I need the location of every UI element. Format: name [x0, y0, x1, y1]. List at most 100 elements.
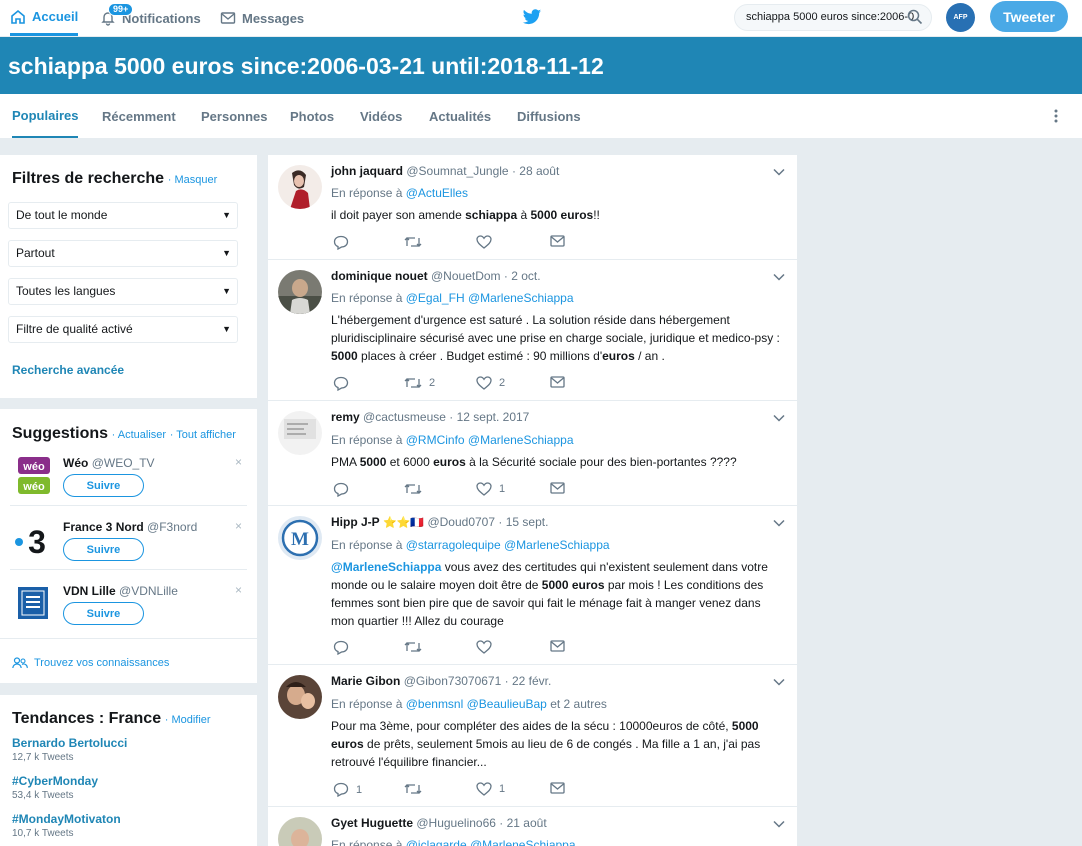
- advanced-search-link[interactable]: Recherche avancée: [12, 363, 124, 377]
- direct-message-button[interactable]: [550, 376, 565, 388]
- body-mention[interactable]: @MarleneSchiappa: [331, 560, 441, 574]
- tweet-avatar[interactable]: [278, 411, 322, 455]
- trend-item[interactable]: Bernardo Bertolucci: [12, 736, 127, 750]
- retweet-button[interactable]: 2: [404, 376, 435, 390]
- tweet-handle[interactable]: @Huguelino66: [416, 816, 496, 830]
- reply-button[interactable]: [333, 235, 349, 250]
- dismiss-suggestion-icon[interactable]: ×: [235, 519, 242, 533]
- tweet-date[interactable]: 12 sept. 2017: [457, 410, 530, 424]
- edit-trends-link[interactable]: Modifier: [171, 714, 210, 726]
- tab-videos[interactable]: Vidéos: [360, 94, 402, 138]
- reply-others[interactable]: et 2 autres: [550, 697, 607, 711]
- tweet-author-name[interactable]: Hipp J-P: [331, 515, 380, 529]
- tweet-handle[interactable]: @Soumnat_Jungle: [406, 164, 508, 178]
- suggestion-name[interactable]: France 3 Nord @F3nord: [63, 520, 197, 534]
- direct-message-button[interactable]: [550, 640, 565, 652]
- reply-mention[interactable]: @jclagarde @MarleneSchiappa: [406, 838, 576, 846]
- retweet-button[interactable]: [404, 782, 429, 796]
- follow-button[interactable]: Suivre: [63, 474, 144, 497]
- filter-language-select[interactable]: Toutes les langues ▼: [8, 278, 238, 305]
- tweet-handle[interactable]: @Gibon73070671: [404, 674, 502, 688]
- reply-button[interactable]: [333, 376, 349, 391]
- retweet-button[interactable]: [404, 235, 429, 249]
- chevron-down-icon[interactable]: [773, 273, 785, 281]
- tab-photos[interactable]: Photos: [290, 94, 334, 138]
- tab-actualites[interactable]: Actualités: [429, 94, 491, 138]
- follow-button[interactable]: Suivre: [63, 538, 144, 561]
- chevron-down-icon[interactable]: [773, 678, 785, 686]
- tweet-handle[interactable]: @Doud0707: [427, 515, 495, 529]
- hide-filters-link[interactable]: Masquer: [174, 174, 217, 186]
- tweet-author-name[interactable]: john jaquard: [331, 164, 403, 178]
- tweet-author-name[interactable]: Marie Gibon: [331, 674, 400, 688]
- reply-mention[interactable]: @Egal_FH @MarleneSchiappa: [406, 291, 574, 305]
- direct-message-button[interactable]: [550, 482, 565, 494]
- reply-mention[interactable]: @benmsnl @BeaulieuBap: [406, 697, 547, 711]
- tweet-date[interactable]: 21 août: [507, 816, 547, 830]
- tweet[interactable]: john jaquard @Soumnat_Jungle · 28 août E…: [268, 155, 797, 260]
- refresh-suggestions-link[interactable]: Actualiser: [118, 429, 166, 441]
- reply-button[interactable]: [333, 640, 349, 655]
- tweet-date[interactable]: 15 sept.: [506, 515, 549, 529]
- tweet-avatar[interactable]: [278, 817, 322, 846]
- tab-personnes[interactable]: Personnes: [201, 94, 267, 138]
- search-icon[interactable]: [907, 9, 923, 25]
- trend-item[interactable]: #CyberMonday: [12, 774, 98, 788]
- twitter-bird-icon[interactable]: [522, 9, 542, 26]
- tweet[interactable]: M Hipp J-P ⭐⭐🇫🇷 @Doud0707 · 15 sept. En …: [268, 506, 797, 665]
- tweet-handle[interactable]: @NouetDom: [431, 269, 501, 283]
- like-button[interactable]: 1: [476, 782, 505, 796]
- tweet-avatar[interactable]: [278, 675, 322, 719]
- trend-item[interactable]: #MondayMotivaton: [12, 812, 121, 826]
- reply-mention[interactable]: @starragolequipe @MarleneSchiappa: [406, 538, 610, 552]
- tweet-author-name[interactable]: remy: [331, 410, 360, 424]
- tab-diffusions[interactable]: Diffusions: [517, 94, 581, 138]
- like-button[interactable]: 1: [476, 482, 505, 496]
- more-options-icon[interactable]: [1052, 108, 1060, 124]
- tweet-handle[interactable]: @cactusmeuse: [363, 410, 446, 424]
- dismiss-suggestion-icon[interactable]: ×: [235, 583, 242, 597]
- tweet[interactable]: dominique nouet @NouetDom · 2 oct. En ré…: [268, 260, 797, 401]
- follow-button[interactable]: Suivre: [63, 602, 144, 625]
- chevron-down-icon[interactable]: [773, 519, 785, 527]
- tweet-date[interactable]: 28 août: [519, 164, 559, 178]
- reply-button[interactable]: 1: [333, 782, 362, 797]
- tweet-button[interactable]: Tweeter: [990, 1, 1068, 32]
- dismiss-suggestion-icon[interactable]: ×: [235, 455, 242, 469]
- show-all-suggestions-link[interactable]: Tout afficher: [176, 429, 236, 441]
- tweet[interactable]: remy @cactusmeuse · 12 sept. 2017 En rép…: [268, 401, 797, 506]
- search-input[interactable]: schiappa 5000 euros since:2006-0: [734, 4, 932, 31]
- chevron-down-icon[interactable]: [773, 820, 785, 828]
- filter-location-select[interactable]: Partout ▼: [8, 240, 238, 267]
- tweet-avatar[interactable]: [278, 270, 322, 314]
- chevron-down-icon[interactable]: [773, 414, 785, 422]
- suggestion-name[interactable]: VDN Lille @VDNLille: [63, 584, 178, 598]
- chevron-down-icon[interactable]: [773, 168, 785, 176]
- reply-button[interactable]: [333, 482, 349, 497]
- tweet[interactable]: Gyet Huguette @Huguelino66 · 21 août En …: [268, 807, 797, 846]
- profile-avatar[interactable]: AFP: [946, 3, 975, 32]
- nav-messages[interactable]: Messages: [220, 0, 304, 36]
- tweet-author-name[interactable]: Gyet Huguette: [331, 816, 413, 830]
- find-people-link[interactable]: Trouvez vos connaissances: [12, 657, 169, 669]
- nav-notifications[interactable]: 99+ Notifications: [100, 0, 201, 36]
- like-button[interactable]: 2: [476, 376, 505, 390]
- retweet-button[interactable]: [404, 482, 429, 496]
- nav-home[interactable]: Accueil: [10, 0, 79, 36]
- tweet-avatar[interactable]: [278, 165, 322, 209]
- tweet-avatar[interactable]: M: [278, 516, 322, 560]
- tweet-date[interactable]: 22 févr.: [512, 674, 551, 688]
- tweet-author-name[interactable]: dominique nouet: [331, 269, 428, 283]
- direct-message-button[interactable]: [550, 235, 565, 247]
- filter-quality-select[interactable]: Filtre de qualité activé ▼: [8, 316, 238, 343]
- suggestion-name[interactable]: Wéo @WEO_TV: [63, 456, 155, 470]
- direct-message-button[interactable]: [550, 782, 565, 794]
- tab-recemment[interactable]: Récemment: [102, 94, 176, 138]
- retweet-button[interactable]: [404, 640, 429, 654]
- tab-populaires[interactable]: Populaires: [12, 94, 79, 138]
- like-button[interactable]: [476, 640, 499, 654]
- reply-mention[interactable]: @RMCinfo @MarleneSchiappa: [406, 433, 574, 447]
- tweet[interactable]: Marie Gibon @Gibon73070671 · 22 févr. En…: [268, 665, 797, 807]
- filter-people-select[interactable]: De tout le monde ▼: [8, 202, 238, 229]
- reply-mention[interactable]: @ActuElles: [406, 186, 468, 200]
